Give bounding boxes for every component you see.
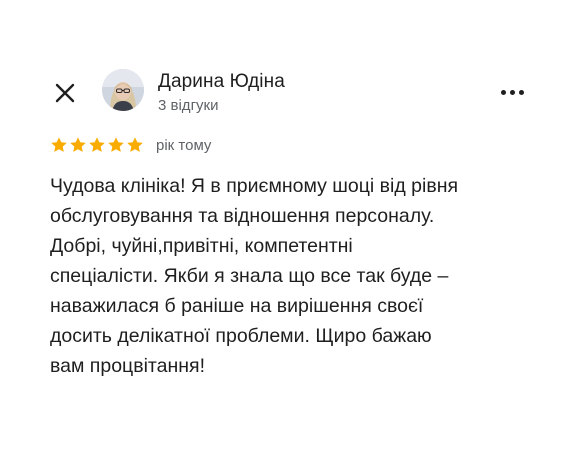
review-time: рік тому <box>156 136 212 154</box>
author-info: Дарина Юдіна 3 відгуки <box>158 70 285 116</box>
star-icon <box>127 137 143 152</box>
star-icon <box>108 137 124 152</box>
more-options-button[interactable] <box>497 80 527 104</box>
close-icon <box>55 83 75 103</box>
avatar-photo <box>102 69 144 111</box>
avatar[interactable] <box>102 69 144 111</box>
rating-row: рік тому <box>50 136 211 154</box>
star-icon <box>70 137 86 152</box>
star-icon <box>51 137 67 152</box>
more-options-icon-dot <box>509 89 515 95</box>
author-review-count: 3 відгуки <box>158 97 219 114</box>
review-text: Чудова клініка! Я в приємному шоці від р… <box>50 175 459 377</box>
author-name[interactable]: Дарина Юдіна <box>158 70 285 94</box>
star-icon <box>89 137 105 152</box>
star-rating <box>50 136 144 154</box>
more-options-icon-dot <box>518 89 524 95</box>
more-options-icon <box>500 89 506 95</box>
close-button[interactable] <box>50 78 80 108</box>
